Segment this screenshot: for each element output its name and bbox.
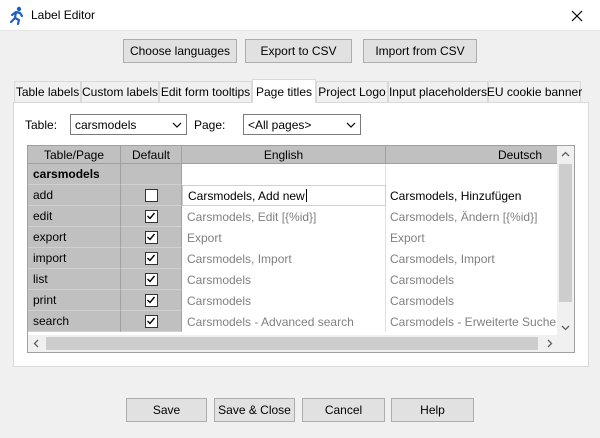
table-row[interactable]: print Carsmodels Carsmodels bbox=[28, 290, 558, 311]
english-cell[interactable]: Carsmodels, Edit [{%id}] bbox=[182, 206, 386, 227]
tab-table-labels[interactable]: Table labels bbox=[14, 81, 81, 102]
horizontal-scrollbar[interactable] bbox=[28, 335, 558, 352]
labels-grid: Table/Page Default English Deutsch carsm… bbox=[27, 145, 575, 353]
scroll-right-button[interactable] bbox=[541, 335, 558, 352]
tab-page-titles[interactable]: Page titles bbox=[252, 79, 316, 103]
english-cell[interactable]: Carsmodels bbox=[182, 290, 386, 311]
default-checkbox[interactable] bbox=[144, 230, 158, 244]
scroll-corner bbox=[557, 335, 574, 352]
horizontal-scroll-thumb[interactable] bbox=[46, 337, 538, 350]
tab-project-logo[interactable]: Project Logo bbox=[316, 81, 388, 102]
english-cell[interactable]: Export bbox=[182, 227, 386, 248]
tab-eu-cookie-banner[interactable]: EU cookie banner bbox=[487, 81, 582, 102]
save-close-button[interactable]: Save & Close bbox=[214, 398, 295, 422]
english-cell[interactable]: Carsmodels - Advanced search bbox=[182, 311, 386, 332]
group-label: carsmodels bbox=[28, 164, 121, 185]
table-row[interactable]: edit Carsmodels, Edit [{%id}] Carsmodels… bbox=[28, 206, 558, 227]
import-csv-button[interactable]: Import from CSV bbox=[363, 39, 477, 63]
row-key: list bbox=[28, 269, 121, 290]
deutsch-cell[interactable]: Carsmodels, Hinzufügen bbox=[386, 185, 558, 206]
english-edit-field[interactable]: Carsmodels, Add new bbox=[182, 185, 386, 206]
tab-input-placeholders[interactable]: Input placeholders bbox=[388, 81, 488, 102]
close-icon bbox=[571, 10, 583, 21]
row-key: import bbox=[28, 248, 121, 269]
row-key: edit bbox=[28, 206, 121, 227]
header-default[interactable]: Default bbox=[121, 146, 182, 164]
table-select-value: carsmodels bbox=[75, 117, 137, 132]
scroll-left-button[interactable] bbox=[28, 335, 45, 352]
table-row[interactable]: search Carsmodels - Advanced search Cars… bbox=[28, 311, 558, 332]
default-checkbox[interactable] bbox=[144, 209, 158, 223]
page-select-value: <All pages> bbox=[248, 117, 312, 132]
chevron-up-icon bbox=[561, 151, 570, 157]
table-row[interactable]: list Carsmodels Carsmodels bbox=[28, 269, 558, 290]
vertical-scrollbar[interactable] bbox=[557, 146, 574, 336]
header-deutsch[interactable]: Deutsch bbox=[386, 146, 558, 164]
chevron-left-icon bbox=[33, 339, 39, 348]
chevron-right-icon bbox=[547, 339, 553, 348]
checkmark-icon bbox=[147, 296, 156, 304]
default-checkbox[interactable] bbox=[144, 314, 158, 328]
checkmark-icon bbox=[147, 317, 156, 325]
default-checkbox[interactable] bbox=[144, 251, 158, 265]
help-button[interactable]: Help bbox=[391, 398, 474, 422]
export-csv-button[interactable]: Export to CSV bbox=[245, 39, 352, 63]
chevron-down-icon bbox=[561, 325, 570, 331]
default-checkbox[interactable] bbox=[144, 188, 158, 202]
row-key: search bbox=[28, 311, 121, 332]
row-key: add bbox=[28, 185, 121, 206]
chevron-down-icon bbox=[172, 122, 182, 128]
vertical-scroll-thumb[interactable] bbox=[559, 164, 572, 302]
save-button[interactable]: Save bbox=[126, 398, 207, 422]
english-cell[interactable]: Carsmodels bbox=[182, 269, 386, 290]
table-row[interactable]: export Export Export bbox=[28, 227, 558, 248]
app-runner-icon bbox=[9, 6, 24, 26]
tab-edit-form-tooltips[interactable]: Edit form tooltips bbox=[159, 81, 252, 102]
checkmark-icon bbox=[147, 212, 156, 220]
page-label: Page: bbox=[194, 118, 226, 132]
header-table-page[interactable]: Table/Page bbox=[28, 146, 121, 164]
deutsch-cell[interactable]: Carsmodels, Import bbox=[386, 248, 558, 269]
default-checkbox[interactable] bbox=[144, 272, 158, 286]
deutsch-cell[interactable]: Carsmodels bbox=[386, 269, 558, 290]
table-select[interactable]: carsmodels bbox=[70, 114, 187, 135]
window-title: Label Editor bbox=[31, 8, 96, 22]
title-bar: Label Editor bbox=[0, 0, 600, 31]
cancel-button[interactable]: Cancel bbox=[302, 398, 385, 422]
row-key: export bbox=[28, 227, 121, 248]
choose-languages-button[interactable]: Choose languages bbox=[123, 39, 237, 63]
deutsch-cell[interactable]: Export bbox=[386, 227, 558, 248]
checkmark-icon bbox=[147, 233, 156, 241]
deutsch-cell[interactable]: Carsmodels - Erweiterte Suche bbox=[386, 311, 558, 332]
tab-custom-labels[interactable]: Custom labels bbox=[81, 81, 159, 102]
checkmark-icon bbox=[147, 254, 156, 262]
text-cursor bbox=[305, 189, 307, 202]
chevron-down-icon bbox=[346, 122, 356, 128]
english-cell[interactable]: Carsmodels, Import bbox=[182, 248, 386, 269]
close-button[interactable] bbox=[554, 0, 600, 31]
row-key: print bbox=[28, 290, 121, 311]
table-row[interactable]: import Carsmodels, Import Carsmodels, Im… bbox=[28, 248, 558, 269]
table-label: Table: bbox=[25, 118, 58, 132]
default-checkbox[interactable] bbox=[144, 293, 158, 307]
scroll-down-button[interactable] bbox=[557, 319, 574, 336]
deutsch-cell[interactable]: Carsmodels bbox=[386, 290, 558, 311]
deutsch-cell[interactable]: Carsmodels, Ändern [{%id}] bbox=[386, 206, 558, 227]
scroll-up-button[interactable] bbox=[557, 146, 574, 163]
page-select[interactable]: <All pages> bbox=[243, 114, 361, 135]
grid-header: Table/Page Default English Deutsch bbox=[28, 146, 558, 164]
checkmark-icon bbox=[147, 275, 156, 283]
table-row[interactable]: add Carsmodels, Add new Carsmodels, Hinz… bbox=[28, 185, 558, 206]
group-row: carsmodels bbox=[28, 164, 558, 185]
header-english[interactable]: English bbox=[182, 146, 386, 164]
